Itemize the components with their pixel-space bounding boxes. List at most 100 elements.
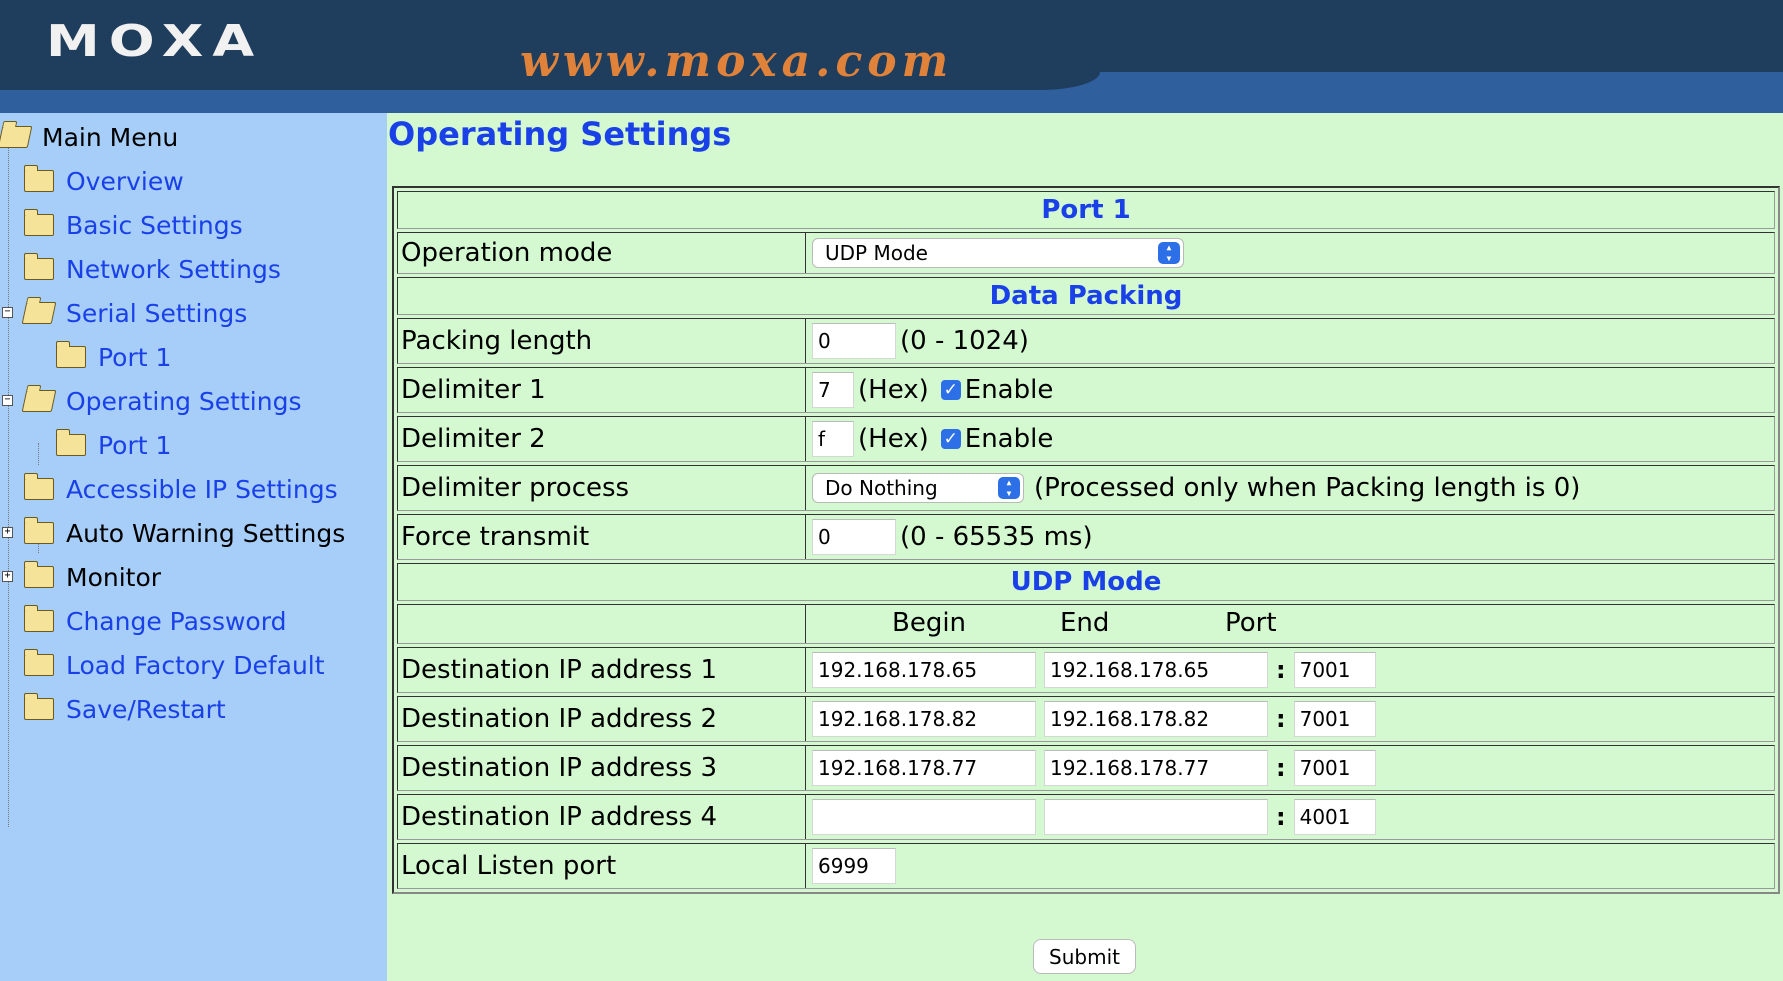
row-destination-2: Destination IP address 2 : (397, 696, 1775, 742)
section-port: Port 1 (397, 191, 1775, 229)
page-title: Operating Settings (388, 115, 732, 153)
field-label: Destination IP address 3 (398, 746, 806, 790)
main-content: Operating Settings Port 1 Operation mode… (387, 113, 1783, 981)
destination-1-port-input[interactable] (1293, 652, 1376, 688)
collapse-icon[interactable]: − (2, 395, 13, 406)
delimiter-process-select[interactable]: Do Nothing ▴ ▾ (812, 473, 1024, 503)
row-delimiter-1: Delimiter 1 (Hex) ✓ Enable (397, 367, 1775, 413)
section-udp-mode: UDP Mode (397, 563, 1775, 601)
field-value: (Hex) ✓ Enable (806, 368, 1774, 412)
folder-icon (56, 429, 86, 456)
sidebar-item-network-settings[interactable]: Network Settings (24, 249, 281, 289)
colon-separator: : (1276, 754, 1286, 782)
field-label: Destination IP address 4 (398, 795, 806, 839)
sidebar-item-load-factory-default[interactable]: Load Factory Default (24, 645, 325, 685)
sidebar-item-label: Change Password (66, 606, 287, 636)
field-value: : (806, 648, 1774, 692)
sidebar-item-label: Accessible IP Settings (66, 474, 338, 504)
destination-2-port-input[interactable] (1293, 701, 1376, 737)
delimiter-1-enable-checkbox[interactable]: ✓ (940, 380, 961, 400)
folder-icon (24, 165, 54, 192)
sidebar-item-overview[interactable]: Overview (24, 161, 184, 201)
sidebar-item-label: Auto Warning Settings (66, 518, 346, 548)
sidebar-item-basic-settings[interactable]: Basic Settings (24, 205, 243, 245)
sidebar-root-main-menu[interactable]: Main Menu (0, 117, 178, 157)
sidebar-item-serial-settings[interactable]: Serial Settings (21, 293, 248, 333)
select-arrows-icon: ▴ ▾ (998, 476, 1020, 499)
range-hint: (0 - 65535 ms) (900, 522, 1093, 552)
hex-label: (Hex) (858, 375, 929, 405)
local-listen-port-input[interactable] (812, 848, 896, 884)
enable-label: Enable (964, 424, 1054, 454)
folder-icon (24, 517, 54, 544)
packing-length-input[interactable] (812, 323, 896, 359)
sidebar-item-label: Port 1 (98, 342, 172, 372)
row-delimiter-2: Delimiter 2 (Hex) ✓ Enable (397, 416, 1775, 462)
sidebar-item-operating-port-1[interactable]: Port 1 (56, 425, 171, 465)
colon-separator: : (1276, 656, 1286, 684)
destination-2-begin-input[interactable] (812, 701, 1036, 737)
row-destination-3: Destination IP address 3 : (397, 745, 1775, 791)
field-value: (0 - 65535 ms) (806, 515, 1774, 559)
sidebar-menu: Main Menu Overview Basic Settings Networ… (0, 113, 387, 981)
delimiter-2-enable-checkbox[interactable]: ✓ (940, 429, 961, 449)
sidebar-item-label: Overview (66, 166, 184, 196)
field-value: UDP Mode ▴ ▾ (806, 233, 1774, 273)
folder-icon (24, 561, 54, 588)
field-label: Packing length (398, 319, 806, 363)
field-value: : (806, 697, 1774, 741)
field-label: Destination IP address 2 (398, 697, 806, 741)
field-value: (Hex) ✓ Enable (806, 417, 1774, 461)
row-local-listen-port: Local Listen port (397, 843, 1775, 889)
folder-icon (24, 649, 54, 676)
row-udp-headers: Begin End Port (397, 604, 1775, 644)
sidebar-item-save-restart[interactable]: Save/Restart (24, 689, 226, 729)
sidebar-item-label: Basic Settings (66, 210, 243, 240)
select-value: UDP Mode (825, 241, 928, 265)
header-begin: Begin (892, 608, 967, 638)
destination-3-begin-input[interactable] (812, 750, 1036, 786)
field-label: Destination IP address 1 (398, 648, 806, 692)
row-delimiter-process: Delimiter process Do Nothing ▴ ▾ (Process… (397, 465, 1775, 511)
folder-icon (24, 473, 54, 500)
field-label: Delimiter 1 (398, 368, 806, 412)
destination-4-port-input[interactable] (1293, 799, 1376, 835)
row-destination-4: Destination IP address 4 : (397, 794, 1775, 840)
expand-icon[interactable]: + (2, 571, 13, 582)
force-transmit-input[interactable] (812, 519, 896, 555)
destination-2-end-input[interactable] (1044, 701, 1268, 737)
sidebar-item-label: Save/Restart (66, 694, 226, 724)
sidebar-item-label: Monitor (66, 562, 162, 592)
sidebar-item-accessible-ip-settings[interactable]: Accessible IP Settings (24, 469, 338, 509)
delimiter-1-input[interactable] (812, 372, 854, 408)
folder-open-icon (0, 126, 33, 148)
field-value: : (806, 746, 1774, 790)
sidebar-item-auto-warning-settings[interactable]: Auto Warning Settings (24, 513, 345, 553)
destination-4-begin-input[interactable] (812, 799, 1036, 835)
enable-label: Enable (964, 375, 1054, 405)
field-label: Local Listen port (398, 844, 806, 888)
operation-mode-select[interactable]: UDP Mode ▴ ▾ (812, 238, 1184, 268)
field-value (806, 844, 1774, 888)
destination-4-end-input[interactable] (1044, 799, 1268, 835)
collapse-icon[interactable]: − (2, 307, 13, 318)
delimiter-2-input[interactable] (812, 421, 854, 457)
submit-button[interactable]: Submit (1033, 939, 1136, 974)
sidebar-item-label: Serial Settings (66, 298, 248, 328)
expand-icon[interactable]: + (2, 527, 13, 538)
destination-1-end-input[interactable] (1044, 652, 1268, 688)
destination-3-end-input[interactable] (1044, 750, 1268, 786)
sidebar-item-monitor[interactable]: Monitor (24, 557, 161, 597)
tree-line (38, 443, 39, 465)
sidebar-item-change-password[interactable]: Change Password (24, 601, 286, 641)
sidebar-item-serial-port-1[interactable]: Port 1 (56, 337, 171, 377)
field-label: Delimiter process (398, 466, 806, 510)
destination-3-port-input[interactable] (1293, 750, 1376, 786)
hex-label: (Hex) (858, 424, 929, 454)
sidebar-item-operating-settings[interactable]: Operating Settings (21, 381, 301, 421)
sidebar-item-label: Network Settings (66, 254, 281, 284)
destination-1-begin-input[interactable] (812, 652, 1036, 688)
row-packing-length: Packing length (0 - 1024) (397, 318, 1775, 364)
tree-line (8, 137, 9, 827)
field-value: : (806, 795, 1774, 839)
